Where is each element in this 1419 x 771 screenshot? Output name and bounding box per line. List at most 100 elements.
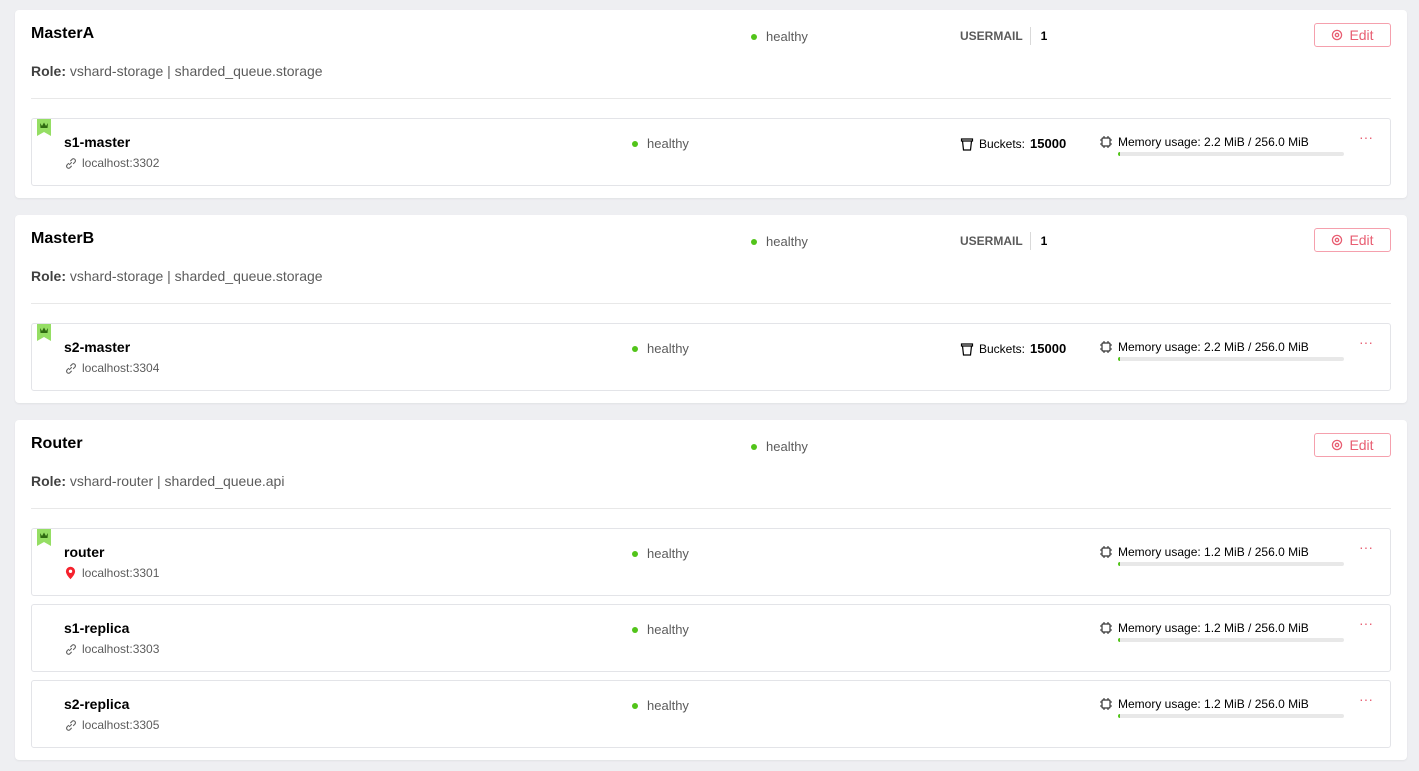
memory-text: Memory usage: 2.2 MiB / 256.0 MiB (1118, 135, 1309, 149)
server-uri: localhost:3303 (64, 642, 159, 656)
chip-icon (1099, 340, 1113, 354)
memory-text: Memory usage: 1.2 MiB / 256.0 MiB (1118, 545, 1309, 559)
replicaset-card: Router healthy Edit Role: vshard-router … (15, 420, 1407, 760)
server-row[interactable]: s2-replica localhost:3305 healthy Memory… (31, 680, 1391, 748)
server-alias: s2-master (64, 339, 131, 355)
server-uri: localhost:3301 (64, 566, 159, 580)
chip-icon (1099, 621, 1113, 635)
vshard-group: USERMAIL 1 (960, 27, 1047, 45)
more-options-button[interactable]: ··· (1358, 335, 1374, 353)
buckets-label: Buckets: (979, 136, 1026, 151)
more-options-button[interactable]: ··· (1358, 540, 1374, 558)
server-uri-text: localhost:3302 (82, 156, 160, 170)
server-uri-text: localhost:3303 (82, 642, 160, 656)
memory-progress-fill (1118, 638, 1121, 642)
edit-button[interactable]: Edit (1314, 228, 1391, 252)
edit-button[interactable]: Edit (1314, 23, 1391, 47)
status-text: healthy (766, 29, 808, 44)
vshard-group-name: USERMAIL (960, 234, 1023, 248)
divider (31, 98, 1391, 99)
edit-label: Edit (1349, 437, 1374, 453)
edit-button[interactable]: Edit (1314, 433, 1391, 457)
vshard-weight: 1 (1040, 29, 1048, 43)
memory-usage: Memory usage: 1.2 MiB / 256.0 MiB (1099, 697, 1345, 718)
status-dot-icon (632, 550, 638, 557)
crown-leader-icon (37, 324, 51, 341)
server-uri-text: localhost:3304 (82, 361, 160, 375)
more-options-button[interactable]: ··· (1358, 692, 1374, 710)
server-row[interactable]: s1-master localhost:3302 healthy Buckets… (31, 118, 1391, 186)
gear-icon (1331, 439, 1343, 451)
memory-progress-bar (1118, 152, 1344, 156)
memory-text: Memory usage: 1.2 MiB / 256.0 MiB (1118, 697, 1309, 711)
status-dot-icon (632, 345, 638, 352)
status-dot-icon (751, 443, 757, 450)
server-alias: s1-replica (64, 620, 130, 636)
link-icon (64, 719, 77, 732)
vshard-weight: 1 (1040, 234, 1048, 248)
server-status: healthy (632, 698, 689, 713)
memory-progress-bar (1118, 638, 1344, 642)
buckets-label: Buckets: (979, 341, 1026, 356)
replicaset-status: healthy (751, 234, 808, 249)
memory-progress-fill (1118, 562, 1121, 566)
divider (1029, 232, 1031, 250)
role-list: vshard-storage | sharded_queue.storage (69, 268, 323, 284)
server-alias: s2-replica (64, 696, 130, 712)
link-icon (64, 643, 77, 656)
memory-usage: Memory usage: 2.2 MiB / 256.0 MiB (1099, 340, 1345, 361)
status-text: healthy (766, 439, 808, 454)
status-dot-icon (632, 702, 638, 709)
server-row[interactable]: s2-master localhost:3304 healthy Buckets… (31, 323, 1391, 391)
role-label: Role: (31, 473, 66, 489)
server-alias: s1-master (64, 134, 131, 150)
more-options-button[interactable]: ··· (1358, 616, 1374, 634)
memory-progress-bar (1118, 714, 1344, 718)
server-uri: localhost:3304 (64, 361, 159, 375)
replicaset-roles: Role: vshard-storage | sharded_queue.sto… (31, 268, 323, 284)
server-uri-text: localhost:3305 (82, 718, 160, 732)
status-dot-icon (751, 33, 757, 40)
replicaset-name: MasterB (31, 230, 95, 247)
server-uri: localhost:3305 (64, 718, 159, 732)
memory-text: Memory usage: 1.2 MiB / 256.0 MiB (1118, 621, 1309, 635)
memory-usage: Memory usage: 1.2 MiB / 256.0 MiB (1099, 621, 1345, 642)
buckets-count: Buckets: 15000 (960, 136, 1066, 151)
divider (31, 303, 1391, 304)
replicaset-card: MasterB healthy USERMAIL 1 Edit Role: vs… (15, 215, 1407, 403)
memory-progress-fill (1118, 714, 1121, 718)
bucket-icon (960, 137, 974, 151)
status-dot-icon (632, 626, 638, 633)
role-label: Role: (31, 63, 66, 79)
role-list: vshard-router | sharded_queue.api (69, 473, 285, 489)
replicaset-name: Router (31, 435, 83, 452)
gear-icon (1331, 29, 1343, 41)
divider (31, 508, 1391, 509)
server-uri-text: localhost:3301 (82, 566, 160, 580)
crown-leader-icon (37, 529, 51, 546)
replicaset-card: MasterA healthy USERMAIL 1 Edit Role: vs… (15, 10, 1407, 198)
status-text: healthy (766, 234, 808, 249)
server-alias: router (64, 544, 105, 560)
buckets-count: Buckets: 15000 (960, 341, 1066, 356)
server-status: healthy (632, 546, 689, 561)
replicaset-roles: Role: vshard-router | sharded_queue.api (31, 473, 284, 489)
chip-icon (1099, 545, 1113, 559)
gear-icon (1331, 234, 1343, 246)
memory-progress-bar (1118, 357, 1344, 361)
server-row[interactable]: router localhost:3301 healthy Memory usa… (31, 528, 1391, 596)
memory-progress-fill (1118, 357, 1121, 361)
status-text: healthy (647, 698, 689, 713)
divider (1029, 27, 1031, 45)
role-list: vshard-storage | sharded_queue.storage (69, 63, 323, 79)
vshard-group: USERMAIL 1 (960, 232, 1047, 250)
vshard-group-name: USERMAIL (960, 29, 1023, 43)
status-dot-icon (751, 238, 757, 245)
server-uri: localhost:3302 (64, 156, 159, 170)
memory-usage: Memory usage: 1.2 MiB / 256.0 MiB (1099, 545, 1345, 566)
chip-icon (1099, 135, 1113, 149)
chip-icon (1099, 697, 1113, 711)
more-options-button[interactable]: ··· (1358, 130, 1374, 148)
status-text: healthy (647, 136, 689, 151)
server-row[interactable]: s1-replica localhost:3303 healthy Memory… (31, 604, 1391, 672)
